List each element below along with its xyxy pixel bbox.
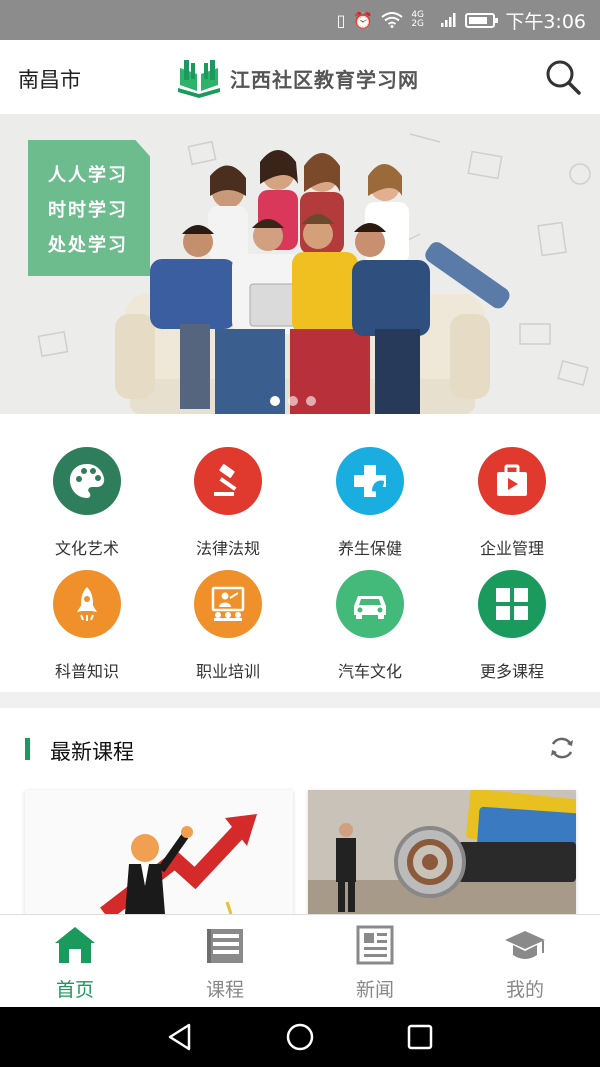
- status-icons: ▯ ⏰ 4G 2G: [336, 10, 499, 30]
- latest-courses-header: 最新课程: [0, 708, 600, 788]
- category-grid: 文化艺术 法律法规 养生保健 企业管理 科普知识 职业培训 汽车文化 更多课程: [0, 414, 600, 692]
- grid-icon: [478, 570, 546, 638]
- course-card[interactable]: [25, 790, 293, 914]
- book-logo-icon: [178, 60, 220, 98]
- bottom-tab-bar: 首页 课程 新闻 我的: [0, 914, 600, 1007]
- category-auto[interactable]: 汽车文化: [300, 570, 440, 682]
- recents-icon[interactable]: [405, 1022, 435, 1052]
- car-icon: [336, 570, 404, 638]
- profile-icon: [505, 931, 545, 959]
- category-label: 养生保健: [337, 539, 402, 558]
- wifi-icon: [381, 12, 403, 28]
- city-selector[interactable]: 南昌市: [18, 64, 81, 94]
- tab-label: 课程: [205, 979, 244, 1001]
- category-training[interactable]: 职业培训: [158, 570, 298, 682]
- tab-label: 我的: [505, 979, 544, 1001]
- category-label: 汽车文化: [337, 662, 402, 681]
- category-label: 企业管理: [479, 539, 544, 558]
- carousel-dots: [270, 396, 316, 406]
- site-logo: 江西社区教育学习网: [176, 58, 419, 98]
- course-thumbnail: [308, 790, 576, 914]
- category-more[interactable]: 更多课程: [442, 570, 582, 682]
- section-title: 最新课程: [50, 740, 134, 764]
- category-label: 职业培训: [195, 662, 260, 681]
- category-label: 法律法规: [195, 539, 260, 558]
- course-thumbnail: [25, 790, 293, 914]
- status-bar: ▯ ⏰ 4G 2G 下午3:06: [0, 0, 600, 40]
- network-label: 4G 2G: [411, 10, 425, 29]
- carousel-dot[interactable]: [270, 396, 280, 406]
- category-label: 更多课程: [479, 662, 544, 681]
- course-card[interactable]: [308, 790, 576, 914]
- home-nav-icon[interactable]: [285, 1022, 315, 1052]
- tab-profile[interactable]: 我的: [450, 915, 600, 1007]
- tab-courses[interactable]: 课程: [150, 915, 300, 1007]
- news-icon: [356, 925, 394, 965]
- category-culture-art[interactable]: 文化艺术: [17, 447, 157, 559]
- carousel-dot[interactable]: [306, 396, 316, 406]
- slogan-line: 处处学习: [48, 235, 128, 256]
- tab-label: 首页: [55, 979, 94, 1001]
- courses-icon: [207, 929, 243, 963]
- category-law[interactable]: 法律法规: [158, 447, 298, 559]
- status-time: 下午3:06: [505, 10, 586, 33]
- promo-banner[interactable]: 人人学习 时时学习 处处学习: [0, 114, 600, 414]
- category-management[interactable]: 企业管理: [442, 447, 582, 559]
- back-icon[interactable]: [165, 1022, 195, 1052]
- tab-news[interactable]: 新闻: [300, 915, 450, 1007]
- refresh-icon[interactable]: [548, 734, 576, 762]
- battery-icon: [465, 12, 499, 28]
- section-divider: [0, 692, 600, 708]
- search-icon[interactable]: [544, 58, 582, 96]
- category-health[interactable]: 养生保健: [300, 447, 440, 559]
- system-nav-bar: [0, 1007, 600, 1067]
- app-header: 南昌市 江西社区教育学习网: [0, 40, 600, 114]
- slogan-box: 人人学习 时时学习 处处学习: [28, 140, 150, 276]
- alarm-icon: ⏰: [353, 10, 374, 30]
- signal-icon: [441, 13, 456, 27]
- site-name: 江西社区教育学习网: [230, 67, 419, 92]
- gavel-icon: [194, 447, 262, 515]
- briefcase-icon: [478, 447, 546, 515]
- tab-label: 新闻: [355, 979, 394, 1001]
- category-label: 文化艺术: [54, 539, 119, 558]
- category-science[interactable]: 科普知识: [17, 570, 157, 682]
- carousel-dot[interactable]: [288, 396, 298, 406]
- slogan-line: 人人学习: [48, 165, 128, 186]
- health-cross-icon: [336, 447, 404, 515]
- section-accent-bar: [25, 738, 30, 760]
- slogan-line: 时时学习: [48, 200, 128, 221]
- palette-icon: [53, 447, 121, 515]
- training-icon: [194, 570, 262, 638]
- home-icon: [55, 927, 95, 963]
- vibrate-icon: ▯: [336, 10, 346, 30]
- rocket-icon: [53, 570, 121, 638]
- tab-home[interactable]: 首页: [0, 915, 150, 1007]
- category-label: 科普知识: [54, 662, 119, 681]
